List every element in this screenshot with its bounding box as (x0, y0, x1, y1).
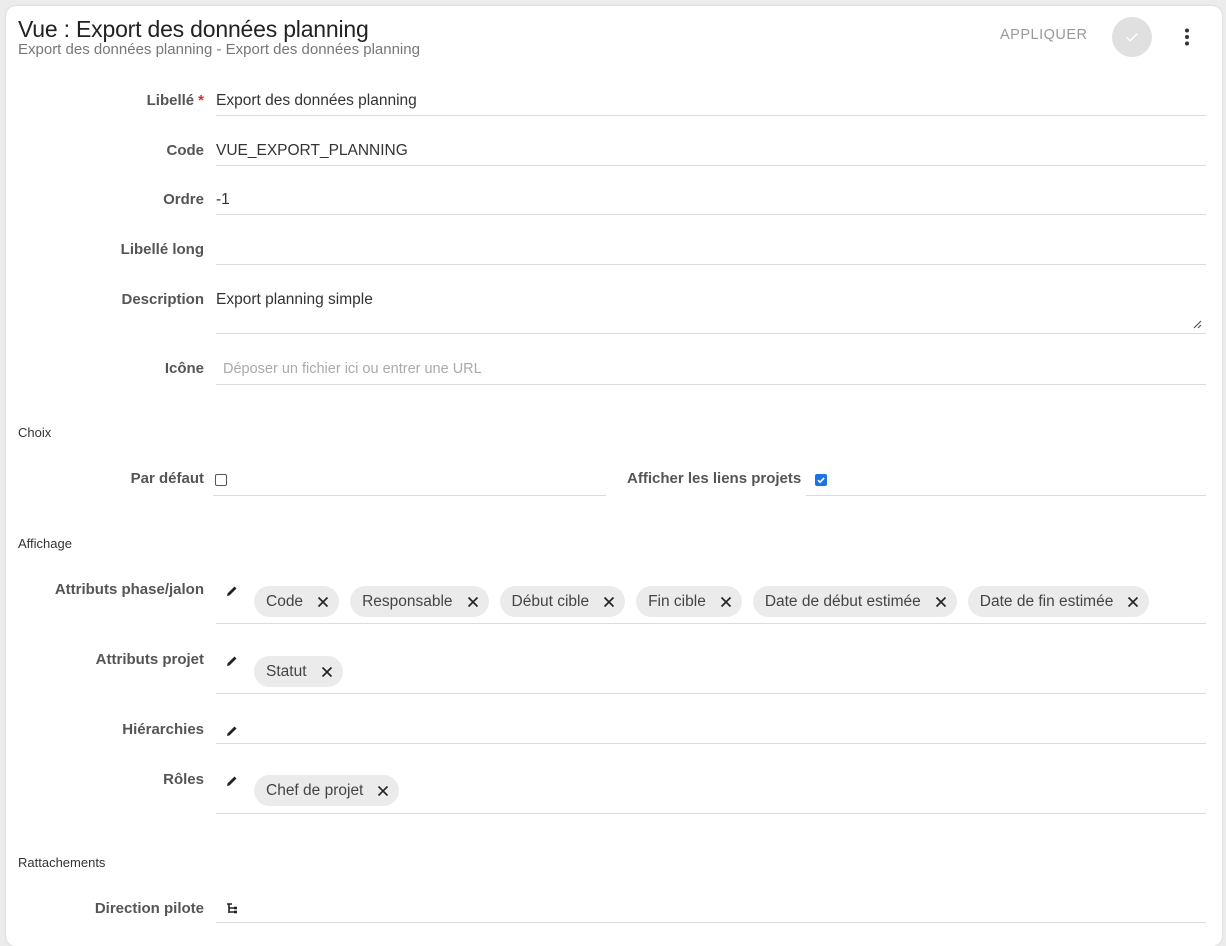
description-textarea[interactable]: Export planning simple (216, 291, 373, 309)
libelle-label: Libellé * (6, 92, 204, 109)
chip-label: Début cible (511, 592, 590, 610)
attributs-projet-label: Attributs projet (95, 651, 204, 668)
ordre-label: Ordre (163, 191, 204, 208)
chip[interactable]: Début cible (499, 586, 626, 617)
section-choix-title: Choix (18, 425, 52, 440)
close-icon[interactable] (1125, 594, 1141, 610)
apply-button[interactable]: APPLIQUER (1000, 27, 1088, 43)
libelle-field[interactable]: Export des données planning (216, 92, 417, 110)
roles-label: Rôles (163, 771, 204, 788)
close-icon[interactable] (933, 594, 949, 610)
libelle-long-field[interactable] (216, 241, 1206, 261)
more-vert-icon (1185, 28, 1189, 46)
chip-label: Date de début estimée (764, 592, 921, 610)
libelle-label-text: Libellé (146, 92, 195, 109)
page-title: Vue : Export des données planning (18, 16, 369, 42)
direction-pilote-label: Direction pilote (94, 900, 204, 917)
par-defaut-checkbox[interactable] (215, 474, 227, 486)
section-rattachements-title: Rattachements (18, 855, 106, 870)
more-options-button[interactable] (1176, 24, 1198, 50)
close-icon[interactable] (718, 594, 734, 610)
chip[interactable]: Statut (254, 656, 343, 687)
attributs-phase-underline (216, 623, 1206, 624)
chip-label: Statut (266, 662, 307, 680)
chip[interactable]: Date de fin estimée (967, 586, 1150, 617)
icone-label: Icône (164, 360, 204, 377)
chip[interactable]: Responsable (350, 586, 489, 617)
icone-input[interactable]: Déposer un fichier ici ou entrer une URL (223, 361, 482, 377)
section-affichage-title: Affichage (18, 536, 72, 551)
close-icon[interactable] (319, 664, 335, 680)
roles-chips: Chef de projet (254, 775, 400, 806)
close-icon[interactable] (375, 783, 391, 799)
check-icon (817, 477, 825, 484)
libelle-long-label: Libellé long (120, 241, 204, 258)
pencil-icon[interactable] (224, 653, 240, 669)
hierarchies-label: Hiérarchies (122, 721, 204, 738)
afficher-liens-checkbox[interactable] (815, 474, 827, 486)
afficher-liens-underline (806, 495, 1206, 496)
validate-button[interactable] (1112, 17, 1152, 57)
icone-underline (216, 384, 1206, 385)
chip[interactable]: Date de début estimée (752, 586, 957, 617)
attributs-phase-label: Attributs phase/jalon (54, 581, 204, 598)
chip[interactable]: Code (254, 586, 340, 617)
ordre-underline (216, 214, 1206, 215)
chip-label: Responsable (362, 592, 453, 610)
libelle-underline (216, 115, 1206, 116)
chip-label: Code (266, 592, 304, 610)
chip-label: Chef de projet (266, 781, 364, 799)
pencil-icon[interactable] (224, 723, 240, 739)
chip-label: Fin cible (648, 592, 706, 610)
libelle-long-underline (216, 264, 1206, 265)
chip-label: Date de fin estimée (979, 592, 1114, 610)
close-icon[interactable] (601, 594, 617, 610)
close-icon[interactable] (465, 594, 481, 610)
chip[interactable]: Chef de projet (254, 775, 400, 806)
view-editor-card: Vue : Export des données planning Export… (6, 6, 1222, 946)
hierarchies-underline (216, 743, 1206, 744)
code-field[interactable]: VUE_EXPORT_PLANNING (216, 142, 408, 160)
description-underline (216, 333, 1206, 334)
afficher-liens-label: Afficher les liens projets (627, 470, 802, 487)
direction-pilote-underline (216, 922, 1206, 923)
par-defaut-label: Par défaut (130, 470, 204, 487)
description-label: Description (121, 291, 204, 308)
pencil-icon[interactable] (224, 583, 240, 599)
code-underline (216, 165, 1206, 166)
chip[interactable]: Fin cible (636, 586, 742, 617)
attributs-projet-underline (216, 693, 1206, 694)
tree-icon[interactable] (225, 902, 239, 916)
attributs-phase-chips: Code Responsable Début cible Fin cible Date … (254, 586, 1150, 617)
code-label: Code (166, 142, 205, 159)
check-icon (1126, 33, 1138, 42)
ordre-field[interactable]: -1 (216, 191, 230, 209)
required-mark: * (198, 92, 204, 109)
pencil-icon[interactable] (224, 773, 240, 789)
close-icon[interactable] (315, 594, 331, 610)
page-subtitle: Export des données planning - Export des… (18, 41, 420, 58)
roles-underline (216, 813, 1206, 814)
resize-icon[interactable] (1192, 319, 1202, 329)
par-defaut-underline (213, 495, 606, 496)
attributs-projet-chips: Statut (254, 656, 343, 687)
